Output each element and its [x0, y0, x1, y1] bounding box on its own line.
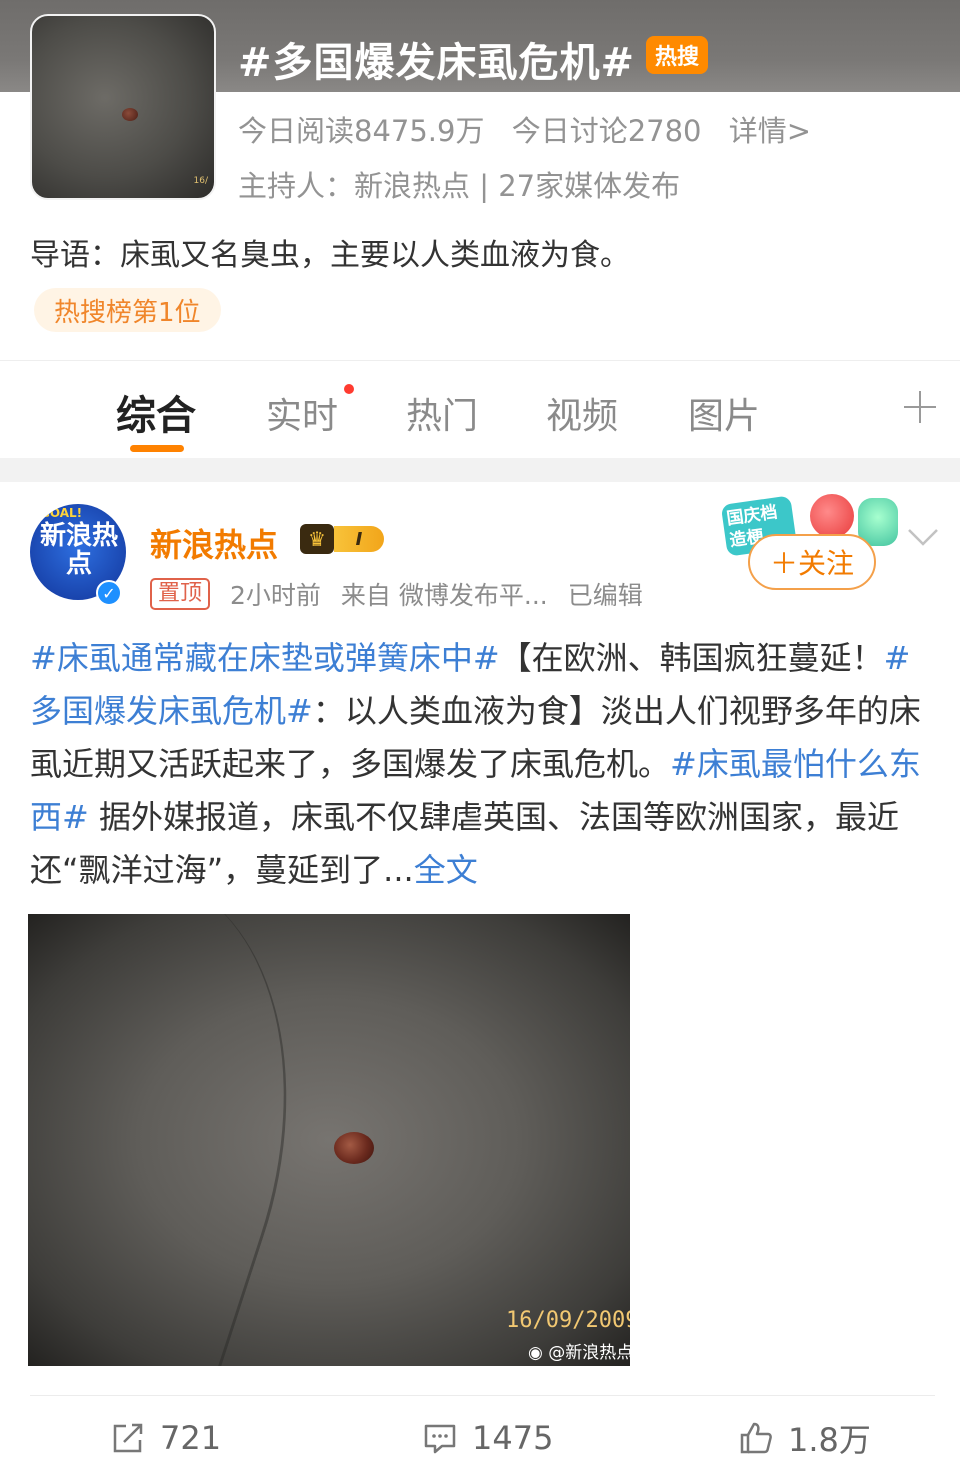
thumb-date-stamp: 16/	[193, 176, 208, 186]
hot-badge: 热搜	[646, 36, 708, 74]
tab-active-indicator	[130, 445, 184, 452]
fabric-fold	[28, 914, 361, 1366]
avatar-text: 新浪热点	[40, 521, 119, 579]
vip-badge[interactable]: ♛ I	[300, 522, 388, 556]
post-text: #床虱通常藏在床垫或弹簧床中#【在欧洲、韩国疯狂蔓延！#多国爆发床虱危机#：以人…	[30, 632, 935, 897]
post-text-segment: 【在欧洲、韩国疯狂蔓延！	[499, 639, 884, 677]
full-text-link[interactable]: 全文	[414, 851, 478, 889]
tab-hot[interactable]: 热门	[406, 387, 478, 439]
bedbug-image	[334, 1132, 374, 1164]
section-divider	[0, 458, 960, 482]
tab-comprehensive[interactable]: 综合	[116, 383, 196, 441]
post-source[interactable]: 来自 微博发布平...	[341, 576, 548, 612]
avatar-top-text: GOAL!	[40, 506, 83, 520]
post-time: 2小时前	[230, 581, 321, 610]
follow-button[interactable]: ＋关注	[748, 534, 876, 590]
pinned-tag: 置顶	[150, 578, 211, 610]
topic-stats: 今日阅读8475.9万 今日讨论2780 详情>	[238, 108, 829, 150]
vip-level: I	[334, 526, 384, 552]
tab-video[interactable]: 视频	[546, 387, 618, 439]
author-name[interactable]: 新浪热点	[150, 520, 278, 566]
discuss-count: 今日讨论2780	[511, 114, 702, 148]
comment-count: 1475	[472, 1419, 554, 1457]
tab-realtime[interactable]: 实时	[266, 387, 338, 439]
comment-icon	[424, 1424, 456, 1454]
like-count: 1.8万	[788, 1421, 871, 1459]
new-content-dot	[344, 384, 354, 394]
thumbs-up-icon	[740, 1422, 772, 1454]
post-image[interactable]: 16/09/2009 ◉ @新浪热点	[28, 914, 630, 1366]
hashtag-link[interactable]: #床虱通常藏在床垫或弹簧床中#	[30, 639, 500, 677]
tab-images[interactable]: 图片	[688, 387, 760, 439]
bedbug-image	[122, 108, 138, 121]
repost-icon	[113, 1423, 143, 1453]
add-tab-icon[interactable]	[902, 389, 938, 425]
repost-count: 721	[160, 1419, 222, 1457]
topic-header: 16/ #多国爆发床虱危机# 热搜 今日阅读8475.9万 今日讨论2780 详…	[0, 0, 960, 360]
edited-label[interactable]: 已编辑	[568, 576, 643, 612]
topic-lead: 导语：床虱又名臭虫，主要以人类血液为食。	[30, 238, 630, 273]
weibo-logo-icon: ◉	[528, 1343, 549, 1363]
image-date-stamp: 16/09/2009	[506, 1308, 630, 1333]
watermark-text: @新浪热点	[548, 1343, 630, 1363]
image-watermark: ◉ @新浪热点	[528, 1338, 630, 1363]
details-link[interactable]: 详情>	[729, 114, 811, 148]
repost-button[interactable]: 721	[110, 1418, 221, 1458]
post-meta: 置顶 2小时前 来自 微博发布平... 已编辑	[150, 576, 663, 612]
topic-host: 主持人：新浪热点 | 27家媒体发布	[238, 169, 681, 203]
rank-badge[interactable]: 热搜榜第1位	[34, 288, 221, 332]
chevron-down-icon[interactable]	[906, 526, 940, 548]
topic-title: #多国爆发床虱危机#	[238, 40, 636, 86]
read-count: 今日阅读8475.9万	[238, 114, 485, 148]
tab-bar: 综合 实时 热门 视频 图片	[0, 360, 960, 458]
crown-icon: ♛	[300, 524, 334, 554]
weibo-post: GOAL! 新浪热点 ✓ 新浪热点 ♛ I 置顶 2小时前 来自 微博发布平..…	[0, 482, 960, 1472]
action-divider	[30, 1395, 935, 1396]
weibo-mascot-icon	[810, 494, 854, 538]
verified-icon: ✓	[96, 580, 122, 606]
like-button[interactable]: 1.8万	[738, 1418, 871, 1459]
topic-thumbnail[interactable]: 16/	[30, 14, 216, 200]
comment-button[interactable]: 1475	[422, 1418, 553, 1458]
